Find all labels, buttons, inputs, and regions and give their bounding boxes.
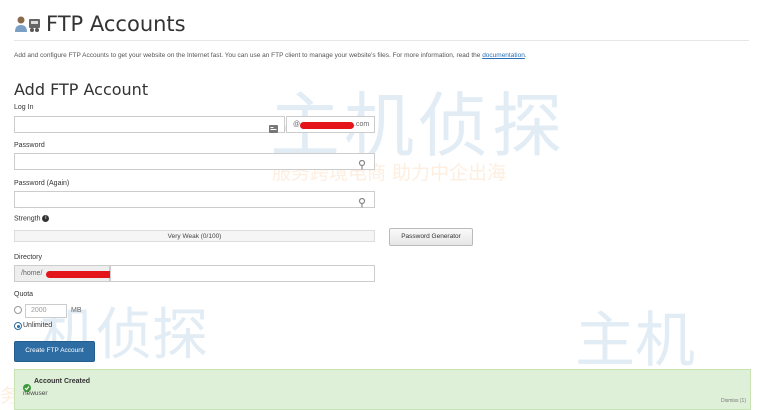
id-card-icon [269, 120, 278, 138]
redacted-username [46, 271, 116, 278]
directory-prefix: /home/ [14, 265, 116, 282]
intro-text: Add and configure FTP Accounts to get yo… [14, 52, 527, 59]
key-icon [358, 195, 366, 213]
unlimited-label: Unlimited [23, 322, 53, 329]
quota-unit: MB [71, 307, 82, 314]
redacted-domain [300, 122, 354, 129]
directory-label: Directory [14, 254, 43, 261]
notification-title: Account Created [34, 378, 91, 385]
login-input[interactable] [14, 116, 285, 133]
directory-input[interactable] [110, 265, 375, 282]
strength-meter: Very Weak (0/100) [14, 230, 375, 242]
create-ftp-account-button[interactable]: Create FTP Account [14, 341, 95, 362]
domain-select[interactable]: @ .com [286, 116, 375, 133]
key-icon [358, 157, 366, 175]
title-divider [14, 40, 749, 41]
dismiss-link[interactable]: Dismiss (1) [721, 398, 746, 404]
quota-input[interactable]: 2000 [25, 304, 67, 318]
password-input[interactable] [14, 153, 375, 170]
ftp-accounts-icon [14, 15, 42, 33]
domain-suffix: .com [354, 121, 370, 128]
quota-label: Quota [14, 291, 34, 298]
account-created-notification: Account Created newuser Dismiss (1) [14, 369, 751, 410]
password-again-input[interactable] [14, 191, 375, 208]
documentation-link[interactable]: documentation [482, 52, 525, 59]
notification-detail: newuser [23, 390, 48, 397]
quota-limited-radio[interactable] [14, 306, 22, 314]
watermark-brand-right: 主机 [575, 306, 695, 376]
login-label: Log In [14, 104, 34, 111]
password-label: Password [14, 142, 45, 149]
section-title: Add FTP Account [14, 80, 149, 99]
strength-label: Strength [14, 215, 41, 223]
info-icon: i [42, 215, 50, 222]
quota-unlimited-radio[interactable] [14, 322, 22, 330]
strength-label-row: Strength i [14, 215, 50, 223]
password-again-label: Password (Again) [14, 180, 70, 187]
password-generator-button[interactable]: Password Generator [389, 228, 473, 246]
page-title: FTP Accounts [46, 12, 186, 36]
